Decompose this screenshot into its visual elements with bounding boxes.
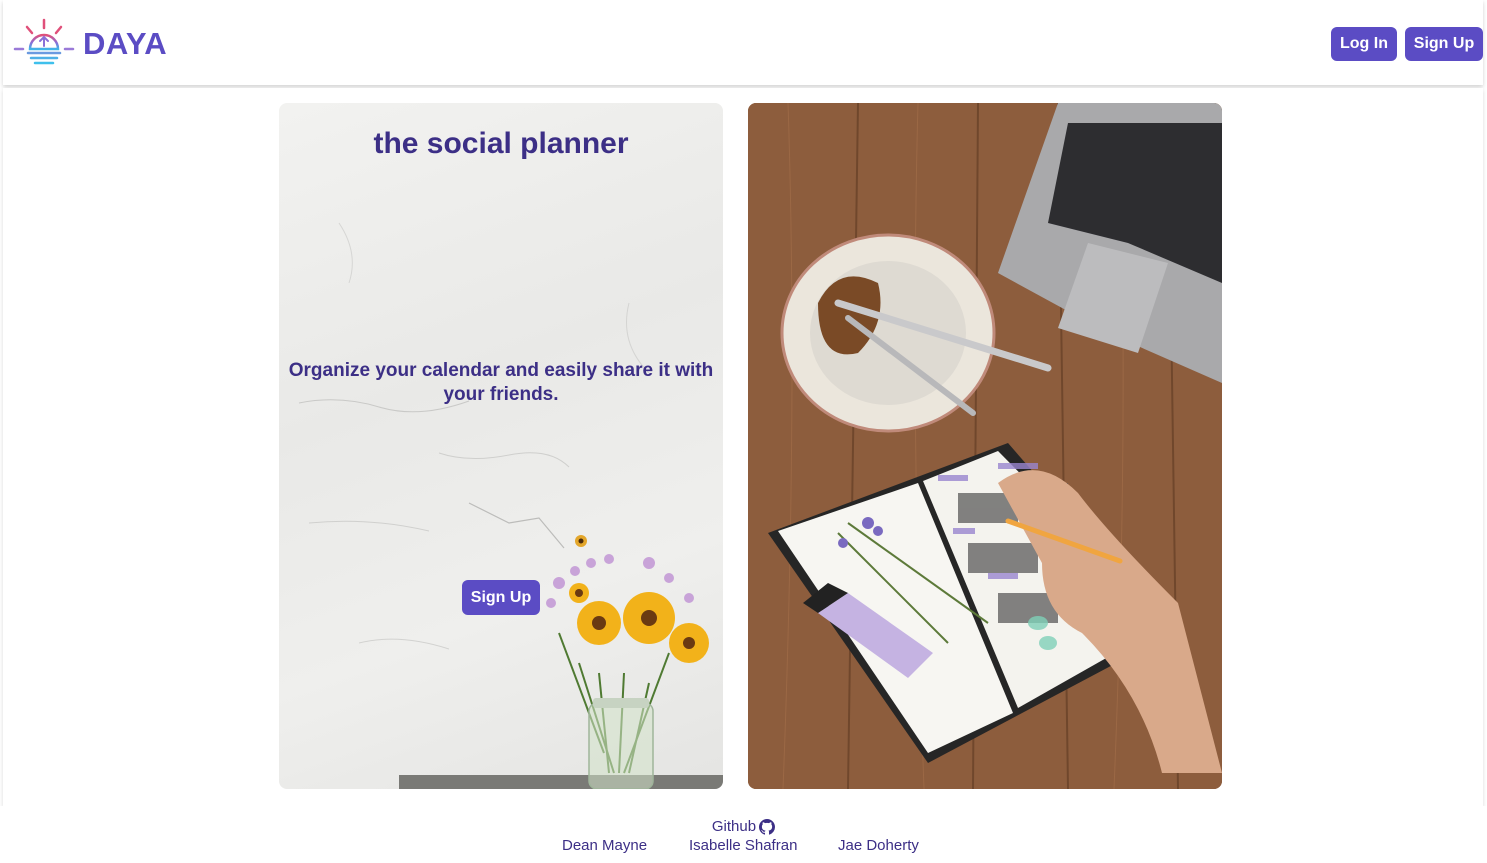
brand[interactable]: DAYA	[13, 18, 167, 70]
sunrise-logo-icon	[13, 18, 75, 65]
planner-desk-image	[748, 103, 1222, 789]
signup-button[interactable]: Sign Up	[1405, 27, 1483, 61]
desk-photo	[748, 103, 1222, 789]
top-navbar: DAYA Log In Sign Up	[3, 0, 1483, 85]
footer: Github Dean Mayne Isabelle Shafran Jae D…	[0, 806, 1487, 863]
tagline: the social planner	[373, 127, 629, 160]
author-link-jae[interactable]: Jae Doherty	[838, 837, 919, 854]
flower-vase-image	[546, 535, 709, 789]
hero-card: the social planner Organize your calenda…	[279, 103, 723, 789]
brand-name: DAYA	[83, 26, 168, 61]
author-link-isabelle[interactable]: Isabelle Shafran	[689, 837, 797, 854]
github-label: Github	[711, 818, 757, 835]
main-content: the social planner Organize your calenda…	[3, 88, 1483, 806]
hero-subtitle: Organize your calendar and easily share …	[288, 360, 714, 405]
github-link[interactable]: Github	[711, 818, 776, 835]
login-button[interactable]: Log In	[1331, 27, 1397, 61]
author-link-dean[interactable]: Dean Mayne	[562, 837, 647, 854]
github-icon	[759, 818, 776, 835]
